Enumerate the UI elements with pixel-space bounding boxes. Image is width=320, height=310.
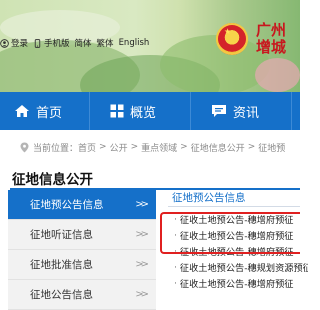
site-name[interactable]: 广州 增城 [256,22,286,56]
nav-label: 资讯 [233,105,260,121]
user-icon [0,38,9,48]
list-item-title: 征收土地预公告-穗规划资源预征 [179,263,308,274]
grid-icon [110,104,124,118]
highlight-box [160,212,300,254]
list-item[interactable]: · 征收土地预公告-穗规划资源预征 [168,259,308,275]
breadcrumb-home[interactable]: 首页 [78,141,96,154]
emblem-logo [216,23,248,55]
breadcrumb: 当前位置： 首页 > 公开 > 重点领域 > 征地信息公开 > 征地预 [0,136,285,158]
emblem-stars: ★ [224,27,232,36]
nav-label: 概览 [130,105,157,121]
login-label: 登录 [11,39,29,49]
sidebar-item-approval[interactable]: 征地批准信息 >> [8,250,156,280]
breadcrumb-public[interactable]: 公开 [110,141,128,154]
double-chevron-right-icon: >> [135,199,149,210]
nav-item-news[interactable]: 资讯 [191,92,291,130]
sidebar-menu: 征地预公告信息 >> 征地听证信息 >> 征地批准信息 >> 征地公告信息 >> [8,190,156,310]
breadcrumb-separator: > [247,142,256,152]
content-title: 征地预公告信息 [172,192,246,204]
phone-icon [34,38,41,48]
home-icon [15,105,29,117]
simplified-link[interactable]: 简体 [75,37,92,49]
banner-decoration [160,35,270,92]
nav-item-overview[interactable]: 概览 [90,92,190,130]
main-nav: 首页 概览 资讯 [0,92,300,130]
nav-item-home[interactable]: 首页 [0,92,89,130]
double-chevron-right-icon: >> [135,229,149,240]
breadcrumb-prefix: 当前位置： [33,143,79,154]
list-item[interactable]: · 征收土地预公告-穗增府预征 [168,275,308,291]
sidebar-item-pre-announcement[interactable]: 征地预公告信息 >> [8,190,156,220]
breadcrumb-key-areas[interactable]: 重点领域 [141,141,177,154]
sidebar-item-label: 征地批准信息 [30,259,93,271]
breadcrumb-current[interactable]: 征地预 [258,141,285,154]
sidebar-item-label: 征地预公告信息 [30,199,104,211]
message-icon [212,105,226,117]
traditional-link[interactable]: 繁体 [97,37,114,49]
nav-label: 首页 [36,105,63,121]
login-link[interactable]: 登录 [0,37,28,49]
content-title-underline [168,206,300,207]
bullet: · [174,277,177,289]
breadcrumb-separator: > [180,142,188,152]
breadcrumb-separator: > [130,142,139,152]
sidebar-item-hearing[interactable]: 征地听证信息 >> [8,220,156,250]
location-pin-icon [20,142,29,152]
mobile-link[interactable]: 手机版 [33,37,70,49]
english-link[interactable]: English [119,38,150,48]
mobile-label: 手机版 [44,39,70,49]
nav-divider [291,92,292,130]
section-title: 征地信息公开 [12,172,93,188]
list-item-title: 征收土地预公告-穗增府预征 [179,279,294,290]
bullet: · [174,261,177,273]
breadcrumb-land-info[interactable]: 征地信息公开 [191,141,245,154]
double-chevron-right-icon: >> [135,289,149,300]
sidebar-item-label: 征地听证信息 [30,229,93,241]
breadcrumb-separator: > [99,142,107,152]
header-links: 登录 手机版 简体 繁体 English [0,35,149,51]
sidebar-item-announcement[interactable]: 征地公告信息 >> [8,280,156,310]
double-chevron-right-icon: >> [135,259,149,270]
banner-decoration [255,58,300,92]
